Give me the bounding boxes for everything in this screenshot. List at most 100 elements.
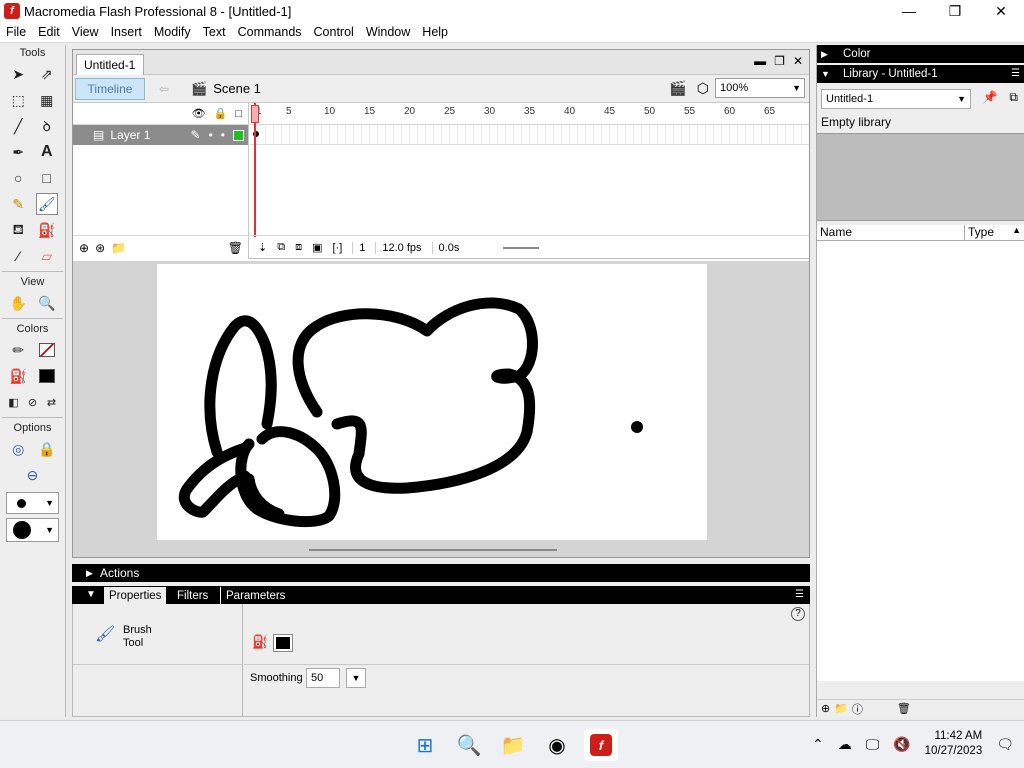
- edit-scene-icon[interactable]: 🎬: [669, 80, 686, 97]
- fill-color-icon[interactable]: ⛽: [7, 365, 29, 387]
- menu-view[interactable]: View: [66, 25, 105, 39]
- playhead[interactable]: [254, 103, 256, 237]
- outline-icon[interactable]: □: [235, 108, 242, 120]
- minimize-button[interactable]: —: [886, 0, 932, 22]
- menu-control[interactable]: Control: [308, 25, 360, 39]
- lock-icon[interactable]: 🔒: [214, 107, 228, 120]
- brush-mode-dropdown-icon[interactable]: ⊖: [22, 464, 44, 486]
- stage-canvas[interactable]: [157, 264, 707, 540]
- restore-button[interactable]: ❐: [932, 0, 978, 22]
- cloud-icon[interactable]: ☁: [838, 736, 852, 753]
- stage-hscroll[interactable]: [309, 549, 557, 551]
- menu-window[interactable]: Window: [360, 25, 416, 39]
- lock-dot-icon[interactable]: •: [221, 128, 225, 142]
- notification-icon[interactable]: 🗨: [996, 736, 1014, 753]
- doc-restore-icon[interactable]: ❐: [774, 54, 785, 68]
- insert-folder-icon[interactable]: 📁: [111, 241, 126, 255]
- smoothing-input[interactable]: 50: [306, 668, 340, 688]
- edit-symbols-icon[interactable]: ⬡: [697, 80, 709, 97]
- properties-icon[interactable]: ⓘ: [852, 701, 863, 717]
- frame-rate[interactable]: 12.0 fps: [375, 241, 422, 254]
- black-white-icon[interactable]: ◧: [4, 391, 23, 413]
- free-transform-tool-icon[interactable]: ⬚: [7, 89, 29, 111]
- menu-help[interactable]: Help: [416, 25, 454, 39]
- panel-menu-icon[interactable]: ☰: [1011, 65, 1020, 83]
- gradient-transform-tool-icon[interactable]: ▦: [36, 89, 58, 111]
- doc-close-icon[interactable]: ✕: [793, 54, 803, 68]
- lasso-tool-icon[interactable]: ꝺ: [36, 115, 58, 137]
- back-arrow-icon[interactable]: ⇦: [153, 82, 175, 96]
- stroke-color-icon[interactable]: ✏: [7, 339, 29, 361]
- chrome-icon[interactable]: ◉: [540, 729, 574, 761]
- line-tool-icon[interactable]: ╱: [7, 115, 29, 137]
- tab-filters[interactable]: Filters: [172, 587, 213, 604]
- onion-markers-icon[interactable]: [·]: [332, 242, 342, 254]
- hand-tool-icon[interactable]: ✋: [7, 292, 29, 314]
- help-icon[interactable]: ?: [791, 607, 805, 621]
- pen-tool-icon[interactable]: ✒: [7, 141, 29, 163]
- document-tab[interactable]: Untitled-1: [76, 54, 144, 75]
- edit-multiple-frames-icon[interactable]: ▣: [312, 241, 322, 254]
- tab-parameters[interactable]: Parameters: [220, 587, 290, 604]
- brush-tool-icon[interactable]: 🖌: [35, 193, 58, 215]
- sort-icon[interactable]: ▲: [1012, 225, 1021, 235]
- pencil-tool-icon[interactable]: ✎: [7, 193, 29, 215]
- layer-color-box[interactable]: [233, 129, 244, 141]
- display-icon[interactable]: 🖵: [866, 736, 880, 753]
- menu-insert[interactable]: Insert: [105, 25, 148, 39]
- windows-start-icon[interactable]: ⊞: [408, 729, 442, 761]
- column-name[interactable]: Name: [817, 225, 965, 240]
- zoom-select[interactable]: 100% ▼: [715, 78, 805, 98]
- rectangle-tool-icon[interactable]: □: [36, 167, 58, 189]
- new-folder-icon[interactable]: 📁: [834, 702, 848, 715]
- lock-fill-icon[interactable]: 🔒: [36, 438, 58, 460]
- tray-chevron-icon[interactable]: ⌃: [812, 736, 824, 753]
- flash-taskbar-icon[interactable]: f: [584, 729, 618, 761]
- fill-color-swatch[interactable]: [36, 365, 58, 387]
- menu-text[interactable]: Text: [197, 25, 232, 39]
- tab-properties[interactable]: Properties: [104, 587, 167, 604]
- visible-dot-icon[interactable]: •: [209, 128, 213, 142]
- oval-tool-icon[interactable]: ○: [7, 167, 29, 189]
- search-icon[interactable]: 🔍: [452, 729, 486, 761]
- color-panel-header[interactable]: ▶ Color: [817, 45, 1024, 63]
- brush-size-dropdown[interactable]: ▼: [6, 492, 59, 514]
- menu-edit[interactable]: Edit: [32, 25, 66, 39]
- show-hide-icon[interactable]: 👁: [192, 107, 206, 120]
- menu-modify[interactable]: Modify: [148, 25, 197, 39]
- scene-breadcrumb[interactable]: 🎬 Scene 1: [191, 81, 261, 97]
- eyedropper-tool-icon[interactable]: ⁄: [7, 245, 29, 267]
- new-library-panel-icon[interactable]: ⧉: [1009, 90, 1018, 105]
- brush-shape-dropdown[interactable]: ▼: [6, 518, 59, 542]
- playhead-handle[interactable]: [251, 105, 259, 123]
- eraser-tool-icon[interactable]: ▱: [36, 245, 58, 267]
- add-guide-layer-icon[interactable]: ⊛: [95, 241, 105, 255]
- swap-colors-icon[interactable]: ⇄: [42, 391, 61, 413]
- smoothing-dropdown[interactable]: ▼: [346, 668, 366, 688]
- zoom-tool-icon[interactable]: 🔍: [36, 292, 58, 314]
- frames-row[interactable]: [250, 125, 809, 145]
- delete-layer-icon[interactable]: 🗑: [228, 241, 243, 255]
- pin-library-icon[interactable]: 📌: [982, 90, 997, 105]
- panel-menu-icon[interactable]: ☰: [795, 586, 804, 604]
- volume-muted-icon[interactable]: 🔇: [893, 736, 910, 753]
- no-color-icon[interactable]: ⊘: [23, 391, 42, 413]
- selection-tool-icon[interactable]: ➤: [7, 63, 29, 85]
- text-tool-icon[interactable]: A: [36, 141, 58, 163]
- stroke-color-swatch[interactable]: [36, 339, 58, 361]
- column-type[interactable]: Type: [965, 225, 994, 240]
- onion-outlines-icon[interactable]: ⧈: [295, 241, 302, 254]
- paint-bucket-tool-icon[interactable]: ⛽: [36, 219, 58, 241]
- brush-mode-icon[interactable]: ◎: [7, 438, 29, 460]
- library-list[interactable]: [817, 241, 1024, 681]
- clock[interactable]: 11:42 AM 10/27/2023: [925, 729, 983, 759]
- timeline-hscroll[interactable]: [503, 246, 540, 249]
- fill-color-swatch[interactable]: [273, 634, 293, 652]
- menu-commands[interactable]: Commands: [232, 25, 308, 39]
- delete-icon[interactable]: 🗑: [897, 702, 911, 715]
- ink-bottle-tool-icon[interactable]: ⛾: [7, 219, 29, 241]
- insert-layer-icon[interactable]: ⊕: [79, 241, 89, 255]
- onion-skin-icon[interactable]: ⧉: [277, 241, 285, 254]
- menu-file[interactable]: File: [0, 25, 32, 39]
- doc-minimize-icon[interactable]: ▬: [754, 54, 766, 68]
